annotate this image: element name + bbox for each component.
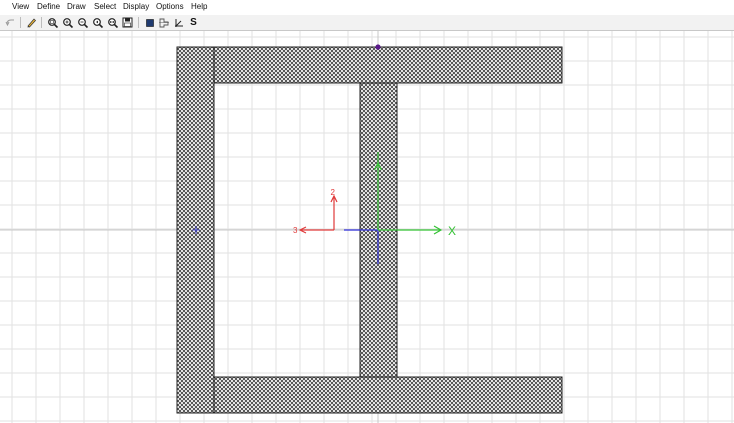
menu-draw[interactable]: Draw	[67, 2, 86, 11]
menu-bar: : View Define Draw Select Display Option…	[0, 0, 734, 16]
local-axis-3-label: 3	[293, 226, 298, 235]
filled-shape-icon[interactable]	[143, 16, 156, 29]
menu-define[interactable]: Define	[37, 2, 60, 11]
pencil-icon[interactable]	[25, 16, 38, 29]
toolbar-separator	[20, 17, 21, 28]
section-drawing[interactable]: X 2 3	[0, 31, 734, 423]
zoom-window-icon[interactable]	[46, 16, 59, 29]
global-axis-x-label: X	[448, 224, 456, 238]
zoom-out-icon[interactable]	[76, 16, 89, 29]
menu-select[interactable]: Select	[94, 2, 116, 11]
snap-s-icon[interactable]: S	[187, 16, 200, 29]
toolbar-separator	[41, 17, 42, 28]
menu-help[interactable]: Help	[191, 2, 207, 11]
axes-icon[interactable]	[172, 16, 185, 29]
undo-icon[interactable]	[4, 16, 17, 29]
bottom-flange[interactable]	[213, 376, 563, 414]
toolbar-separator	[138, 17, 139, 28]
reference-point-dot[interactable]	[375, 44, 381, 50]
zoom-previous-icon[interactable]	[91, 16, 104, 29]
save-view-icon[interactable]	[121, 16, 134, 29]
menu-display[interactable]: Display	[123, 2, 149, 11]
toolbar: S	[0, 15, 734, 31]
menu-view[interactable]: View	[12, 2, 29, 11]
zoom-in-icon[interactable]	[61, 16, 74, 29]
section-outline-icon[interactable]	[157, 16, 170, 29]
snap-s-label: S	[190, 17, 197, 28]
menu-options[interactable]: Options	[156, 2, 184, 11]
top-flange[interactable]	[213, 46, 563, 84]
local-axis-2-label: 2	[331, 188, 336, 197]
drawing-canvas[interactable]: X 2 3	[0, 31, 734, 423]
zoom-fit-icon[interactable]	[106, 16, 119, 29]
